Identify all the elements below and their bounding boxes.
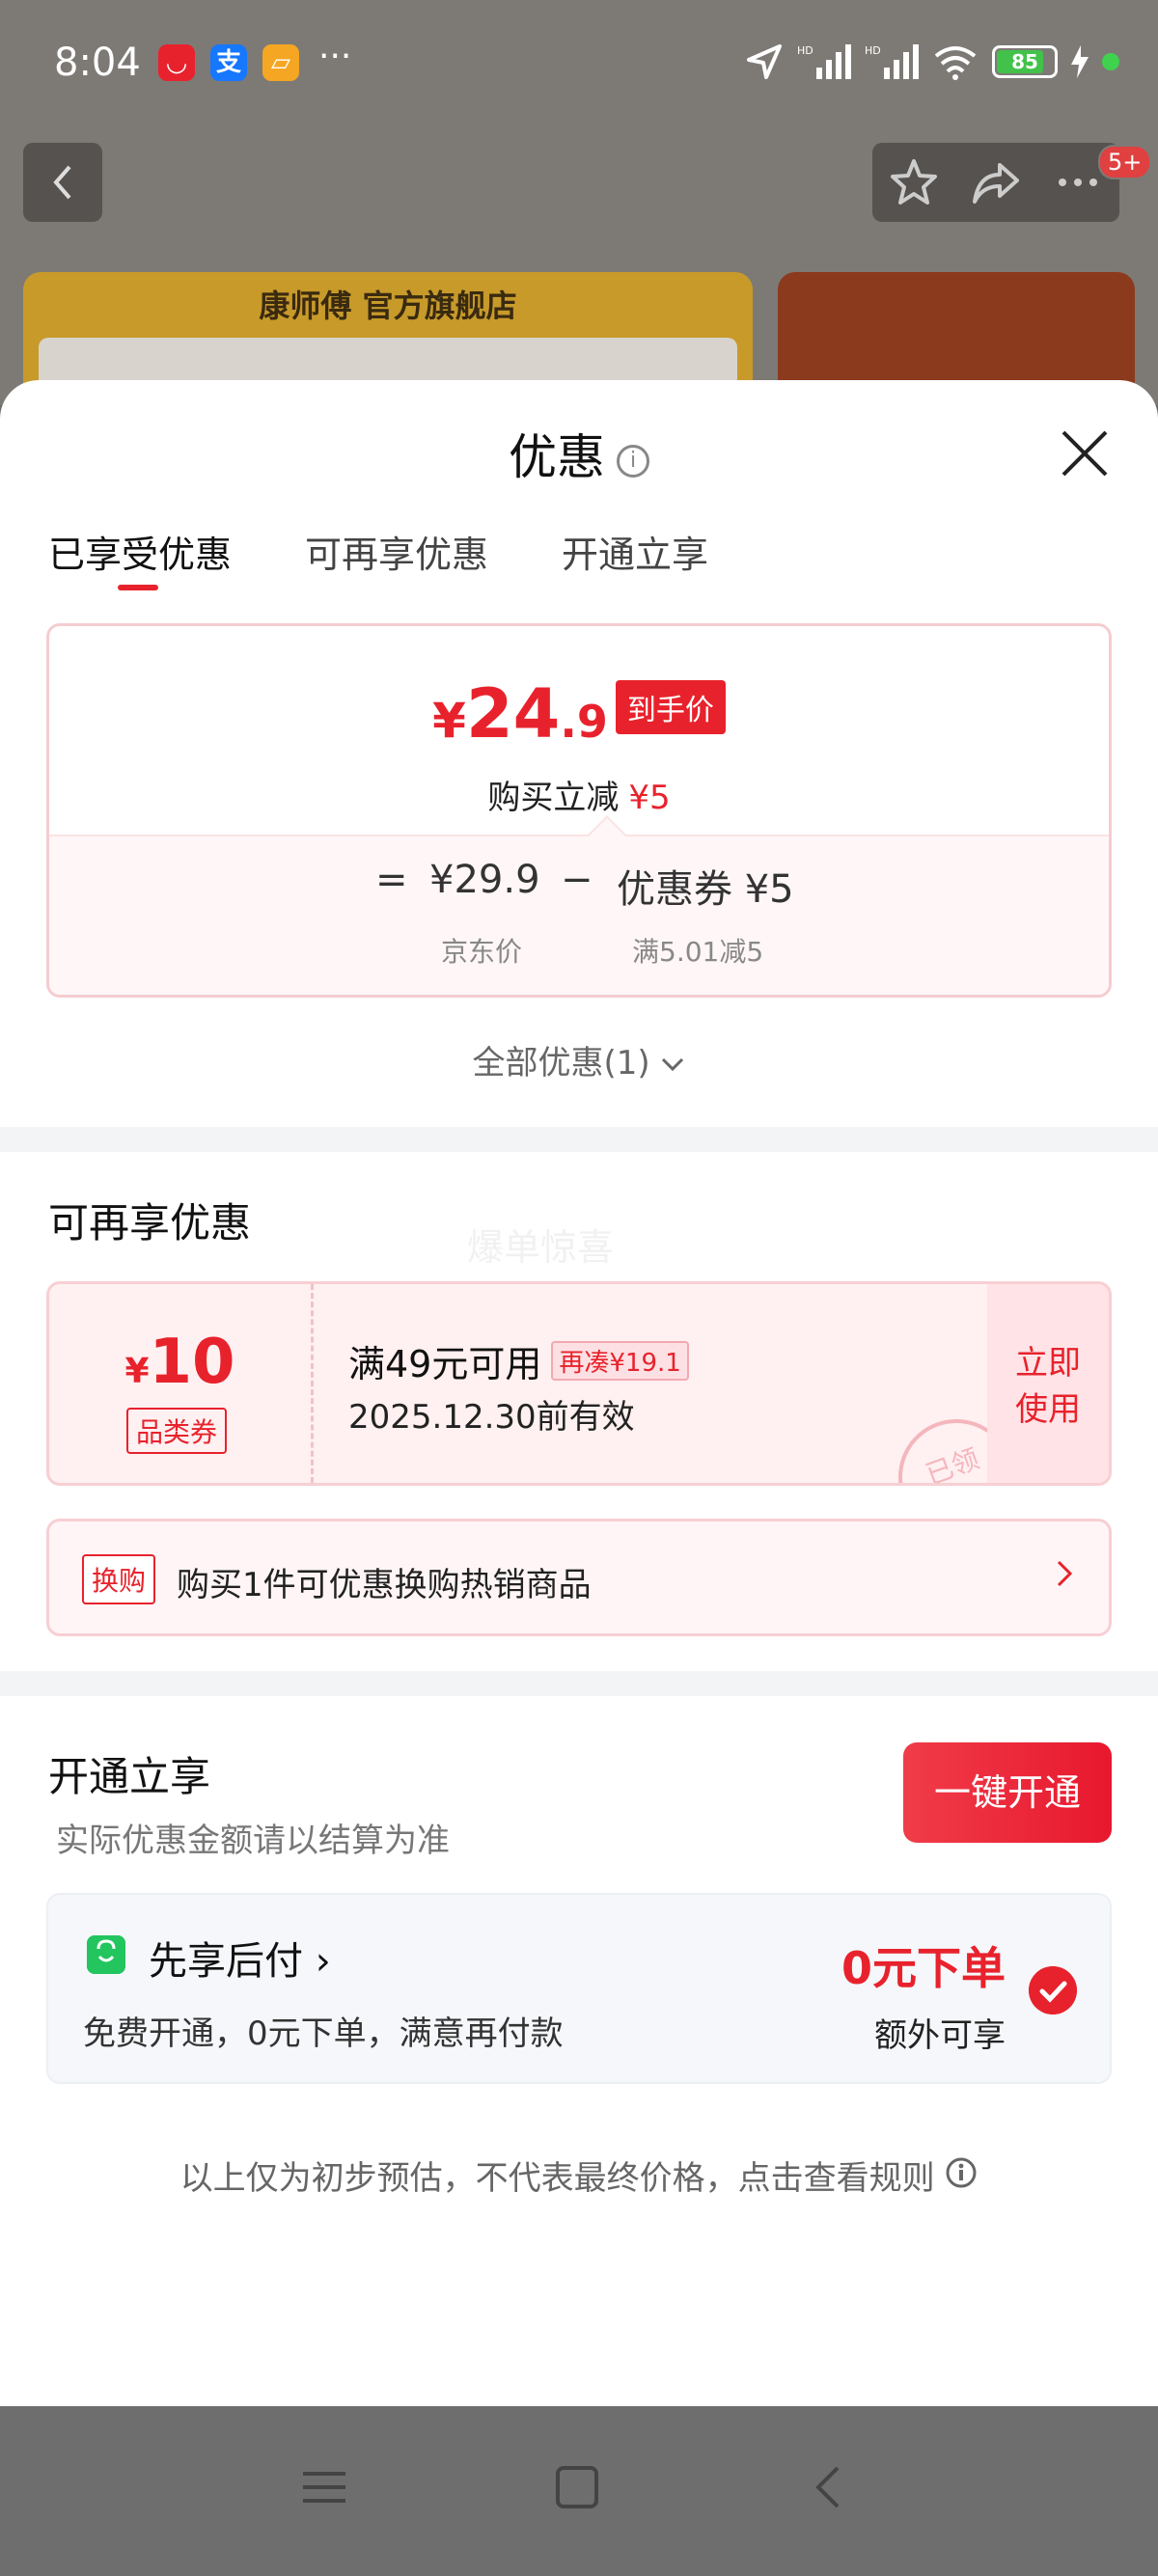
sheet-title: 优惠 i [0, 419, 1158, 488]
signal-icon: HD [865, 44, 919, 79]
exchange-offer-row[interactable]: 换购 购买1件可优惠换购热销商品 [46, 1519, 1112, 1636]
more-notifications-icon: ··· [318, 37, 352, 76]
pay-later-price: 0元下单 [841, 1942, 1006, 1994]
chevron-down-icon [662, 1057, 684, 1072]
chevron-left-icon [53, 165, 71, 200]
favorite-star-icon[interactable] [889, 157, 939, 207]
price-disclaimer[interactable]: 以上仅为初步预估，不代表最终价格，点击查看规则 [0, 2151, 1158, 2199]
tab-open-enjoy[interactable]: 开通立享 [562, 525, 708, 578]
pay-later-title[interactable]: 先享后付 › [149, 1930, 331, 1986]
all-discounts-link[interactable]: 全部优惠(1) [0, 1036, 1158, 1083]
location-icon [747, 44, 782, 79]
final-price-tag: 到手价 [615, 680, 726, 734]
jd-app-icon: ◡ [158, 44, 195, 81]
chevron-right-icon [1057, 1560, 1073, 1587]
exchange-text: 购买1件可优惠换购热销商品 [177, 1566, 592, 1604]
status-bar: 8:04 ◡ 支 ▱ ··· HD HD 85 [0, 0, 1158, 130]
price-card: ¥24.9 到手价 购买立减 ¥5 = ¥29.9 − 优惠券 ¥5 京东价 满5.… [46, 623, 1112, 998]
tab-enjoyed[interactable]: 已享受优惠 [48, 525, 232, 578]
alipay-app-icon: 支 [210, 44, 247, 81]
close-icon[interactable] [1060, 428, 1110, 479]
coupon-type-badge: 品类券 [126, 1408, 228, 1454]
coupon-remaining-badge: 再凑¥19.1 [551, 1341, 689, 1381]
info-icon [946, 2157, 977, 2188]
jd-price-value: ¥29.9 [429, 858, 540, 902]
notes-app-icon: ▱ [262, 44, 299, 81]
active-tab-indicator [118, 585, 158, 590]
charging-icon [1071, 45, 1089, 78]
more-dots-icon[interactable] [1053, 157, 1103, 207]
coupon-condition: 满49元可用 再凑¥19.1 [348, 1334, 689, 1387]
open-enjoy-subtitle: 实际优惠金额请以结算为准 [56, 1822, 450, 1860]
more-discounts-title: 可再享优惠 [48, 1199, 252, 1247]
svg-text:HD: HD [797, 44, 813, 57]
open-enjoy-title: 开通立享 [48, 1753, 211, 1800]
back-nav-icon[interactable] [811, 2464, 845, 2510]
section-divider [0, 1671, 1158, 1696]
coupon-condition-label: 满5.01减5 [632, 936, 764, 968]
checkmark-icon[interactable] [1029, 1966, 1077, 2014]
top-actions [872, 143, 1119, 222]
store-banner-title: 康师傅 官方旗舰店 [259, 288, 517, 324]
tab-more-discounts[interactable]: 可再享优惠 [305, 525, 488, 578]
final-price: ¥24.9 到手价 [49, 674, 1109, 754]
home-square-icon[interactable] [554, 2464, 600, 2510]
exchange-tag: 换购 [82, 1554, 156, 1604]
back-button[interactable] [23, 143, 102, 222]
privacy-indicator-dot [1102, 53, 1119, 70]
pay-later-card[interactable]: 先享后付 › 免费开通，0元下单，满意再付款 0元下单 额外可享 [46, 1893, 1112, 2084]
category-coupon: ¥10 品类券 满49元可用 再凑¥19.1 2025.12.30前有效 已领 立… [46, 1281, 1112, 1486]
svg-text:HD: HD [865, 44, 881, 57]
pay-later-extra: 额外可享 [874, 2016, 1006, 2055]
menu-icon[interactable] [301, 2464, 347, 2510]
battery-icon: 85 [992, 45, 1058, 78]
jd-price-label: 京东价 [441, 936, 523, 968]
pay-later-desc: 免费开通，0元下单，满意再付款 [83, 2014, 564, 2053]
coupon-amount: ¥10 [124, 1327, 235, 1398]
wifi-icon [934, 46, 977, 80]
shopping-bag-icon [87, 1935, 125, 1974]
instant-reduce: 购买立减 ¥5 [487, 779, 671, 817]
more-badge: 5+ [1098, 145, 1152, 179]
signal-icon: HD [797, 44, 851, 79]
use-now-button[interactable]: 立即 使用 [987, 1284, 1109, 1483]
info-icon[interactable]: i [617, 444, 649, 478]
coupon-value: 优惠券 ¥5 [617, 867, 794, 912]
discount-sheet: 优惠 i 已享受优惠 可再享优惠 开通立享 ¥24.9 到手价 购买立减 ¥5 = ¥… [0, 380, 1158, 2406]
discount-tabs: 已享受优惠 可再享优惠 开通立享 [48, 525, 708, 578]
watermark-text: 爆单惊喜 [467, 1226, 615, 1269]
one-click-open-button[interactable]: 一键开通 [903, 1742, 1112, 1843]
coupon-expiry: 2025.12.30前有效 [348, 1398, 635, 1437]
section-divider [0, 1127, 1158, 1152]
system-nav-bar [0, 2406, 1158, 2576]
battery-level: 85 [1011, 50, 1038, 73]
status-time: 8:04 [54, 41, 141, 85]
share-icon[interactable] [971, 157, 1021, 207]
